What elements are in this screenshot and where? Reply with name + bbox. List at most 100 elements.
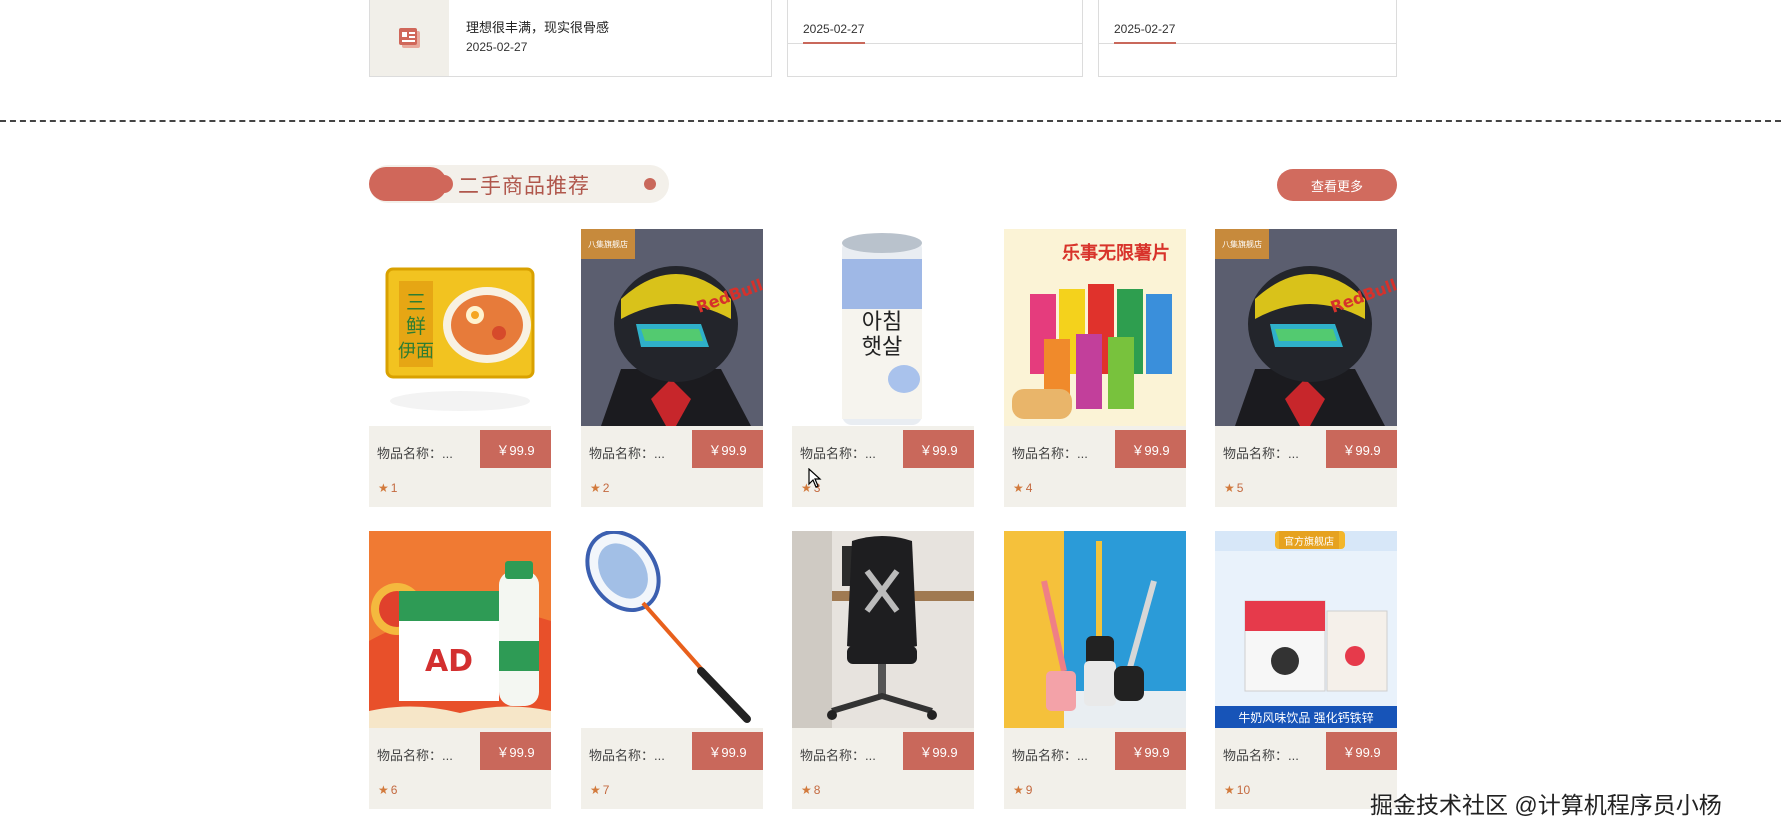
product-card[interactable]: 三 鲜 伊面 物品名称：... ￥99.9 ★ 1: [369, 229, 551, 507]
product-price: ￥99.9: [692, 430, 763, 468]
product-price: ￥99.9: [903, 430, 974, 468]
product-card[interactable]: 乐事无限薯片 物品名称：... ￥99.9 ★ 4: [1004, 229, 1186, 507]
product-rank: ★ 4: [1013, 481, 1032, 495]
svg-text:햇살: 햇살: [862, 335, 902, 360]
section-title: 二手商品推荐: [458, 175, 590, 198]
news-row: 理想很丰满，现实很骨感 2025-02-27 2025-02-27 2025-0…: [369, 0, 1397, 78]
product-rank: ★ 8: [801, 783, 820, 797]
news-title[interactable]: 理想很丰满，现实很骨感: [466, 17, 609, 36]
section-header: 二手商品推荐: [369, 165, 669, 203]
rank-value: 4: [1025, 481, 1033, 495]
product-image[interactable]: AD: [369, 531, 551, 728]
view-more-button[interactable]: 查看更多: [1277, 169, 1397, 201]
news-card-3[interactable]: 2025-02-27: [1098, 0, 1397, 77]
store-badge: 官方旗舰店: [1279, 531, 1339, 549]
svg-text:三: 三: [406, 290, 426, 314]
product-rank: ★ 6: [378, 783, 397, 797]
news-date: 2025-02-27: [803, 22, 865, 36]
star-icon: ★: [590, 481, 601, 495]
product-price: ￥99.9: [1326, 430, 1397, 468]
rank-value: 9: [1025, 783, 1033, 797]
product-card[interactable]: 아침 햇살 物品名称：... ￥99.9 ★ 3: [792, 229, 974, 507]
header-decoration: [369, 167, 453, 201]
product-rank: ★ 9: [1013, 783, 1032, 797]
drink-can-image: 아침 햇살: [792, 229, 974, 426]
watermark: 掘金技术社区 @计算机程序员小杨: [1370, 792, 1722, 818]
rank-value: 5: [1236, 481, 1244, 495]
ad-milk-drink-image: AD: [369, 531, 551, 728]
svg-text:伊面: 伊面: [398, 341, 434, 362]
news-icon: [370, 0, 449, 76]
divider-accent: [1114, 42, 1176, 44]
news-date: 2025-02-27: [466, 40, 528, 54]
product-price: ￥99.9: [1115, 430, 1186, 468]
rank-value: 8: [813, 783, 821, 797]
product-card[interactable]: 物品名称：... ￥99.9 ★ 7: [581, 531, 763, 809]
product-price: ￥99.9: [903, 732, 974, 770]
product-image[interactable]: [1004, 531, 1186, 728]
mouse-cursor-icon: [808, 467, 822, 493]
product-price: ￥99.9: [1115, 732, 1186, 770]
product-card[interactable]: RedBull 八集旗舰店 物品名称：... ￥99.9 ★ 2: [581, 229, 763, 507]
section-divider: [0, 120, 1781, 122]
store-badge: 八集旗舰店: [581, 229, 635, 259]
svg-text:아침: 아침: [862, 310, 902, 335]
news-date: 2025-02-27: [1114, 22, 1176, 36]
product-rank: ★ 1: [378, 481, 397, 495]
product-rank: ★ 10: [1224, 783, 1250, 797]
product-price: ￥99.9: [1326, 732, 1397, 770]
product-image[interactable]: 官方旗舰店 牛奶风味饮品 强化钙铁锌: [1215, 531, 1397, 728]
product-image[interactable]: 三 鲜 伊面: [369, 229, 551, 426]
product-name: 物品名称：...: [1223, 748, 1299, 763]
rank-value: 6: [390, 783, 398, 797]
star-icon: ★: [1224, 481, 1235, 495]
product-price: ￥99.9: [480, 430, 551, 468]
product-card[interactable]: 物品名称：... ￥99.9 ★ 9: [1004, 531, 1186, 809]
office-chair-image: [792, 531, 974, 728]
rank-value: 2: [602, 481, 610, 495]
toilet-brush-image: [1004, 531, 1186, 728]
product-name: 物品名称：...: [377, 748, 453, 763]
rank-value: 1: [390, 481, 398, 495]
milk-drink-box-image: [1215, 531, 1397, 728]
star-icon: ★: [801, 783, 812, 797]
product-rank: ★ 7: [590, 783, 609, 797]
svg-text:乐事无限薯片: 乐事无限薯片: [1062, 242, 1170, 264]
product-name: 物品名称：...: [589, 446, 665, 461]
product-price: ￥99.9: [692, 732, 763, 770]
product-image[interactable]: [581, 531, 763, 728]
instant-noodles-image: 三 鲜 伊面: [369, 229, 551, 426]
news-card-2[interactable]: 2025-02-27: [787, 0, 1083, 77]
rank-value: 10: [1236, 783, 1251, 797]
svg-text:鲜: 鲜: [406, 314, 426, 338]
product-card[interactable]: AD 物品名称：... ￥99.9 ★ 6: [369, 531, 551, 809]
news-card-1[interactable]: 理想很丰满，现实很骨感 2025-02-27: [369, 0, 772, 77]
product-image[interactable]: RedBull 八集旗舰店: [1215, 229, 1397, 426]
product-name: 物品名称：...: [800, 446, 876, 461]
product-card[interactable]: 物品名称：... ￥99.9 ★ 8: [792, 531, 974, 809]
product-image[interactable]: 乐事无限薯片: [1004, 229, 1186, 426]
product-name: 物品名称：...: [589, 748, 665, 763]
product-image[interactable]: RedBull 八集旗舰店: [581, 229, 763, 426]
star-icon: ★: [590, 783, 601, 797]
product-name: 物品名称：...: [1012, 446, 1088, 461]
badminton-racket-image: [581, 531, 763, 728]
header-dot: [644, 178, 656, 190]
product-name: 物品名称：...: [1012, 748, 1088, 763]
product-card[interactable]: RedBull 八集旗舰店 物品名称：... ￥99.9 ★ 5: [1215, 229, 1397, 507]
product-name: 物品名称：...: [800, 748, 876, 763]
star-icon: ★: [378, 783, 389, 797]
product-card[interactable]: 官方旗舰店 牛奶风味饮品 强化钙铁锌 物品名称：... ￥99.9 ★ 10: [1215, 531, 1397, 809]
svg-text:AD: AD: [425, 644, 473, 679]
product-banner: 牛奶风味饮品 强化钙铁锌: [1215, 706, 1397, 728]
product-image[interactable]: 아침 햇살: [792, 229, 974, 426]
product-image[interactable]: [792, 531, 974, 728]
star-icon: ★: [1013, 481, 1024, 495]
star-icon: ★: [1224, 783, 1235, 797]
star-icon: ★: [378, 481, 389, 495]
rank-value: 7: [602, 783, 610, 797]
product-price: ￥99.9: [480, 732, 551, 770]
product-name: 物品名称：...: [377, 446, 453, 461]
product-rank: ★ 2: [590, 481, 609, 495]
chips-bags-image: 乐事无限薯片: [1004, 229, 1186, 426]
